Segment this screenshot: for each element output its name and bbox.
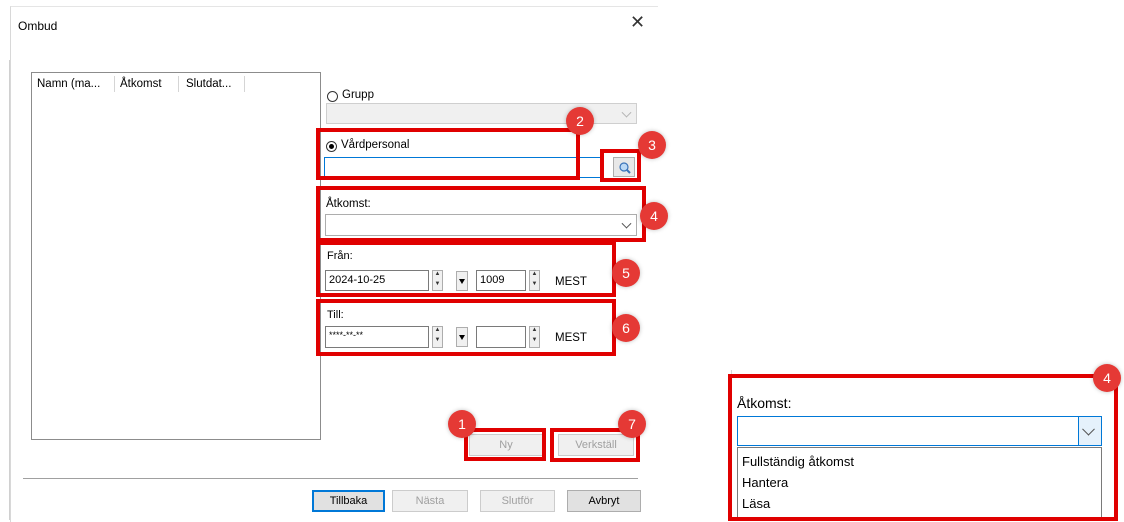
annotation-box-new	[464, 428, 546, 461]
group-radio[interactable]	[327, 91, 338, 102]
column-divider[interactable]	[114, 76, 115, 92]
delegates-listview[interactable]	[31, 72, 321, 440]
cancel-button[interactable]: Avbryt	[567, 490, 641, 512]
back-button[interactable]: Tillbaka	[312, 490, 385, 512]
annotation-box-from	[316, 241, 616, 297]
dialog-title: Ombud	[18, 19, 58, 33]
column-header-enddate[interactable]: Slutdat...	[186, 78, 231, 90]
badge-2: 2	[566, 107, 594, 135]
close-icon[interactable]: ✕	[630, 13, 645, 31]
badge-1: 1	[448, 410, 476, 438]
badge-5: 5	[612, 259, 640, 287]
column-header-access[interactable]: Åtkomst	[120, 78, 162, 90]
annotation-box-search	[600, 149, 641, 182]
annotation-box-to	[316, 299, 616, 356]
column-divider[interactable]	[244, 76, 245, 92]
column-header-name[interactable]: Namn (ma...	[37, 78, 100, 90]
annotation-box-access	[316, 186, 646, 242]
badge-7: 7	[618, 410, 646, 438]
column-divider[interactable]	[178, 76, 179, 92]
badge-4: 4	[640, 202, 668, 230]
next-button[interactable]: Nästa	[392, 490, 468, 512]
chevron-down-icon	[621, 107, 632, 118]
badge-6: 6	[612, 314, 640, 342]
badge-3: 3	[638, 131, 666, 159]
annotation-box-staff	[316, 128, 580, 180]
footer-separator	[23, 478, 638, 479]
group-label: Grupp	[342, 89, 374, 101]
annotation-box-zoom	[728, 374, 1118, 521]
badge-4-zoom: 4	[1093, 364, 1121, 392]
finish-button[interactable]: Slutför	[480, 490, 555, 512]
